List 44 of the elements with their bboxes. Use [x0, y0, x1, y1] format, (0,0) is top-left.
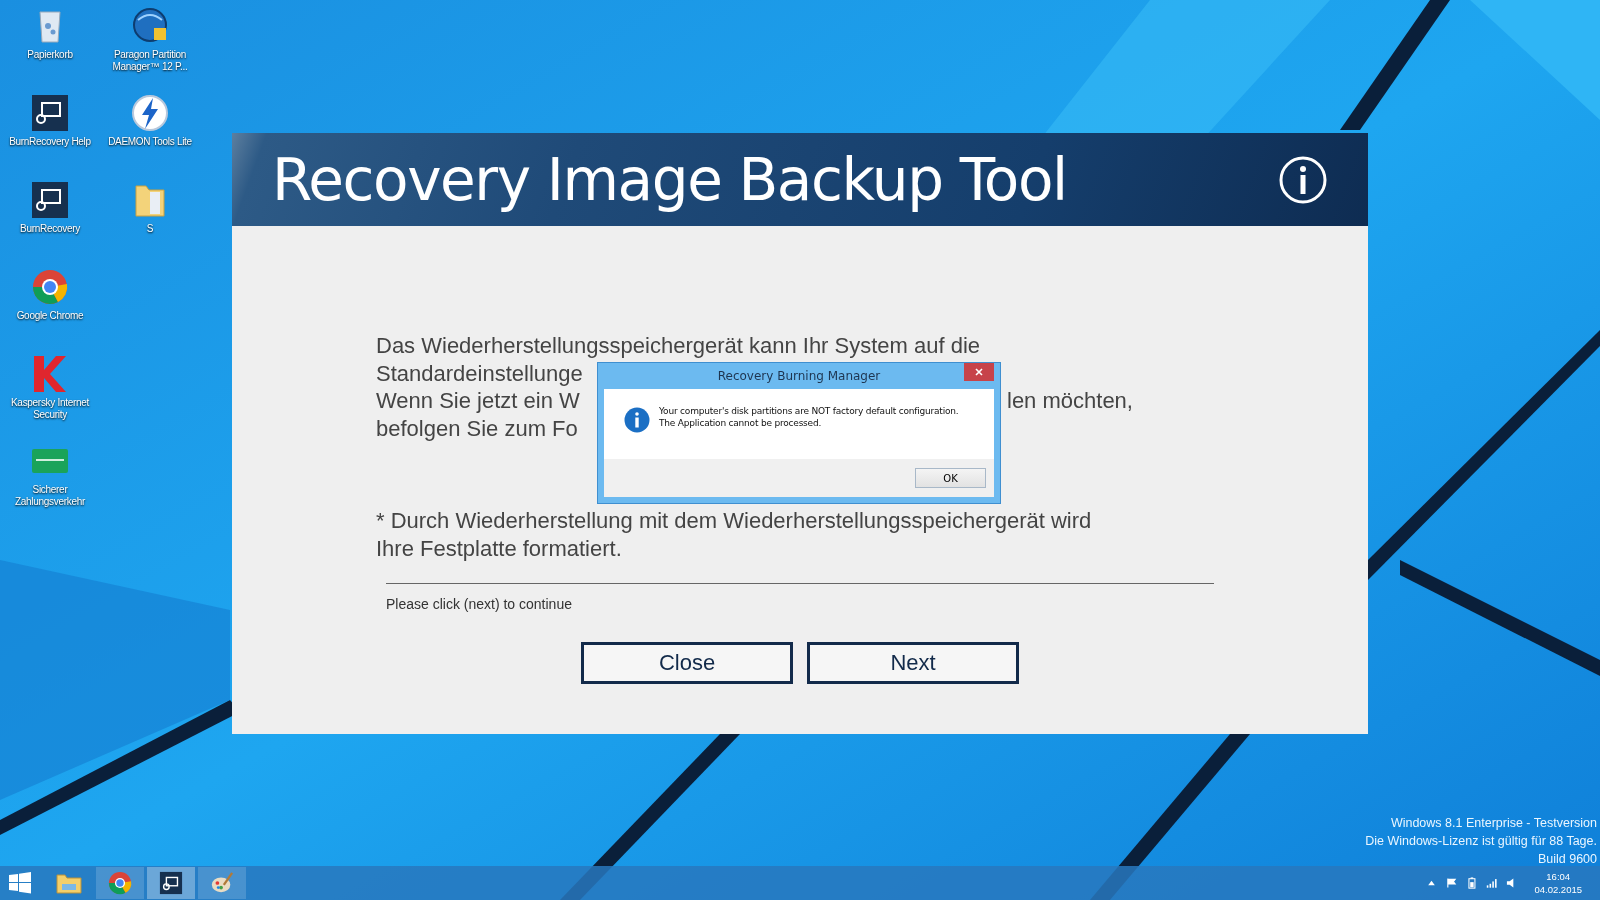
icon-label[interactable]: Sicherer Zahlungsverkehr: [6, 484, 94, 508]
browser-icon[interactable]: [30, 267, 70, 307]
monitor-icon[interactable]: [30, 93, 70, 133]
icon-label[interactable]: Paragon Partition Manager™ 12 P...: [106, 49, 194, 73]
icon-label[interactable]: S: [146, 223, 154, 235]
flag-icon[interactable]: [1446, 877, 1458, 889]
folder-icon: [56, 871, 82, 895]
icon-label[interactable]: Papierkorb: [27, 49, 73, 61]
windows-start-icon[interactable]: [9, 872, 31, 894]
icon-label[interactable]: BurnRecovery Help: [9, 136, 91, 148]
hint-text: Please click (next) to continue: [386, 596, 573, 612]
close-icon[interactable]: [964, 363, 994, 381]
icon-label[interactable]: DAEMON Tools Lite: [108, 136, 192, 148]
body-text: Standardeinstellunge: [376, 360, 583, 386]
palette-icon: [209, 871, 235, 895]
info-icon[interactable]: [1278, 154, 1328, 205]
ok-button[interactable]: OK: [915, 468, 986, 488]
note-text: * Durch Wiederherstellung mit dem Wiederherstellungsspeichergerät wird: [376, 508, 1092, 533]
taskbar-button[interactable]: [147, 867, 195, 899]
battery-icon[interactable]: [1466, 877, 1478, 889]
system-notice-text: Build 9600: [1537, 851, 1597, 868]
icon-label[interactable]: Kaspersky Internet Security: [6, 397, 94, 421]
app-title: Recovery Image Backup Tool: [272, 145, 1067, 214]
action-button[interactable]: Close: [581, 642, 793, 684]
body-text: len möchten,: [1007, 388, 1133, 414]
lightning-icon[interactable]: [130, 93, 170, 133]
dialog-message: Your computer's disk partitions are NOT factory default configuration.: [659, 405, 959, 417]
dialog-message: The Application cannot be processed.: [659, 417, 823, 429]
browser-icon: [107, 871, 133, 895]
body-text: Wenn Sie jetzt ein W: [376, 388, 580, 413]
system-notice-text: Windows 8.1 Enterprise - Testversion: [1390, 815, 1597, 832]
body-text: befolgen Sie zum Fo: [376, 415, 578, 441]
clock[interactable]: 16:04 04.02.2015: [1534, 870, 1582, 896]
note-text: Ihre Festplatte formatiert.: [376, 535, 622, 561]
action-button[interactable]: Next: [807, 642, 1019, 684]
monitor-icon[interactable]: [30, 180, 70, 220]
system-notice-text: Die Windows-Lizenz ist gültig für 88 Tage.: [1365, 833, 1597, 850]
icon-label[interactable]: BurnRecovery: [20, 223, 80, 235]
info-icon: [624, 407, 650, 433]
body-text: Das Wiederherstellungsspeichergerät kann Ihr System auf die: [376, 333, 981, 358]
dialog-title: Recovery Burning Manager: [717, 369, 881, 383]
icon-label[interactable]: Google Chrome: [16, 310, 84, 322]
monitor-icon: [158, 871, 184, 895]
signal-icon[interactable]: [1486, 877, 1498, 889]
